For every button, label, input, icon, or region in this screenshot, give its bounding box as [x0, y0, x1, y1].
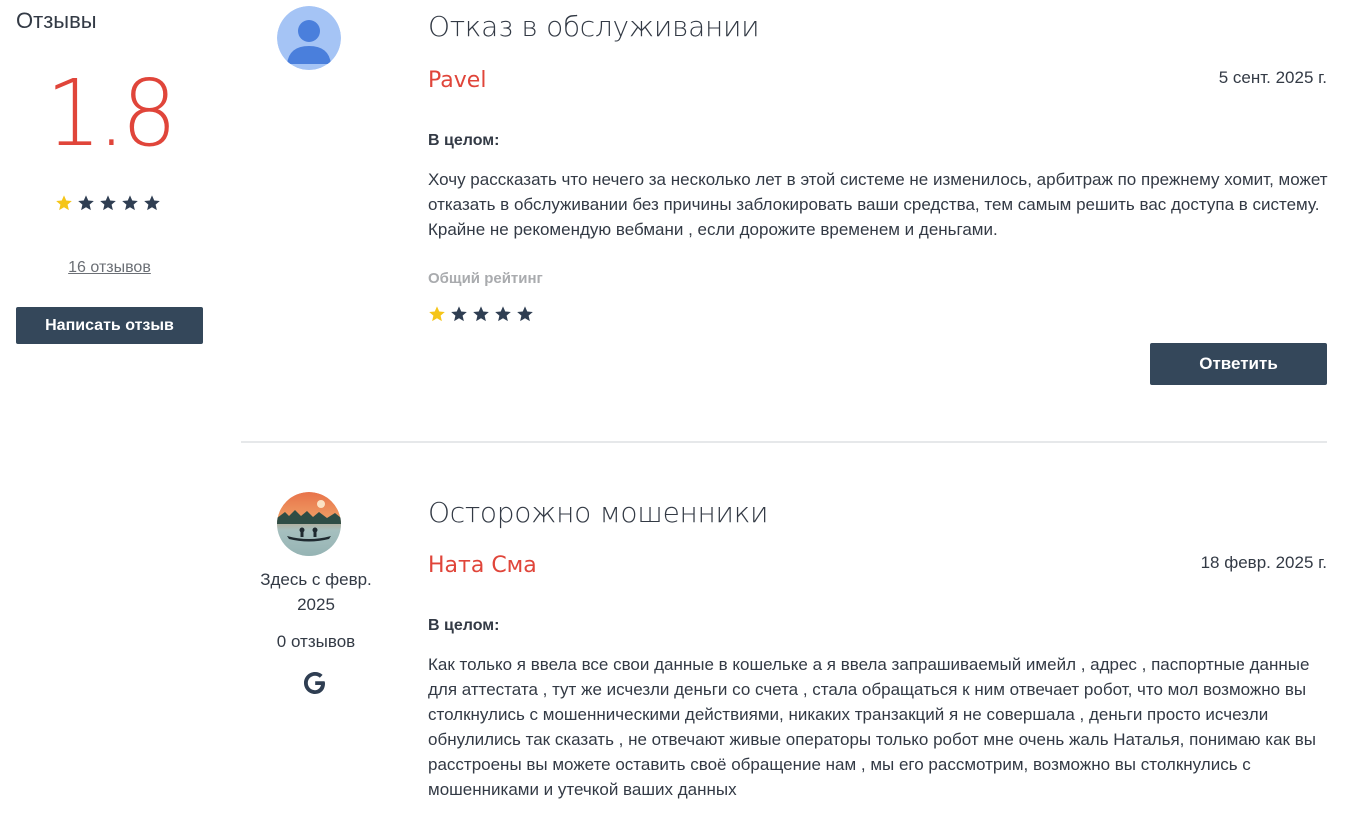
member-since: Здесь с февр. 2025: [260, 570, 372, 614]
star-empty-icon: [517, 306, 533, 322]
google-icon: [304, 672, 325, 694]
star-filled-icon: [429, 306, 445, 322]
review-author[interactable]: Ната Сма: [428, 553, 537, 578]
landscape-photo-avatar: [277, 492, 341, 556]
sidebar-star-rating: [55, 194, 161, 212]
review-star-rating: [428, 305, 534, 323]
star-empty-icon: [451, 306, 467, 322]
star-empty-icon: [473, 306, 489, 322]
write-review-button[interactable]: Написать отзыв: [16, 307, 203, 344]
reply-button[interactable]: Ответить: [1150, 343, 1327, 385]
review-author[interactable]: Pavel: [428, 68, 486, 93]
star-empty-icon: [100, 195, 116, 211]
review-text: Хочу рассказать что нечего за несколько …: [428, 170, 1328, 239]
author-review-count: 0 отзывов: [276, 632, 356, 651]
review-title: Осторожно мошенники: [428, 496, 769, 529]
overall-rating-label: Общий рейтинг: [428, 270, 543, 287]
review-date: 5 сент. 2025 г.: [1218, 68, 1327, 87]
review-date: 18 февр. 2025 г.: [1200, 553, 1327, 572]
sidebar-title: Отзывы: [16, 8, 97, 33]
default-user-icon: [277, 6, 341, 70]
reviews-count-link[interactable]: 16 отзывов: [16, 259, 203, 277]
avatar: [277, 6, 341, 70]
review-title: Отказ в обслуживании: [428, 10, 760, 43]
star-empty-icon: [495, 306, 511, 322]
review-text: Как только я ввела все свои данные в кош…: [428, 655, 1316, 799]
avatar: [277, 492, 341, 556]
star-empty-icon: [144, 195, 160, 211]
review-section-label: В целом:: [428, 617, 500, 634]
average-rating: 1.8: [45, 60, 177, 167]
review-section-label: В целом:: [428, 132, 500, 149]
star-empty-icon: [122, 195, 138, 211]
star-filled-icon: [56, 195, 72, 211]
star-empty-icon: [78, 195, 94, 211]
review-divider: [241, 441, 1327, 443]
